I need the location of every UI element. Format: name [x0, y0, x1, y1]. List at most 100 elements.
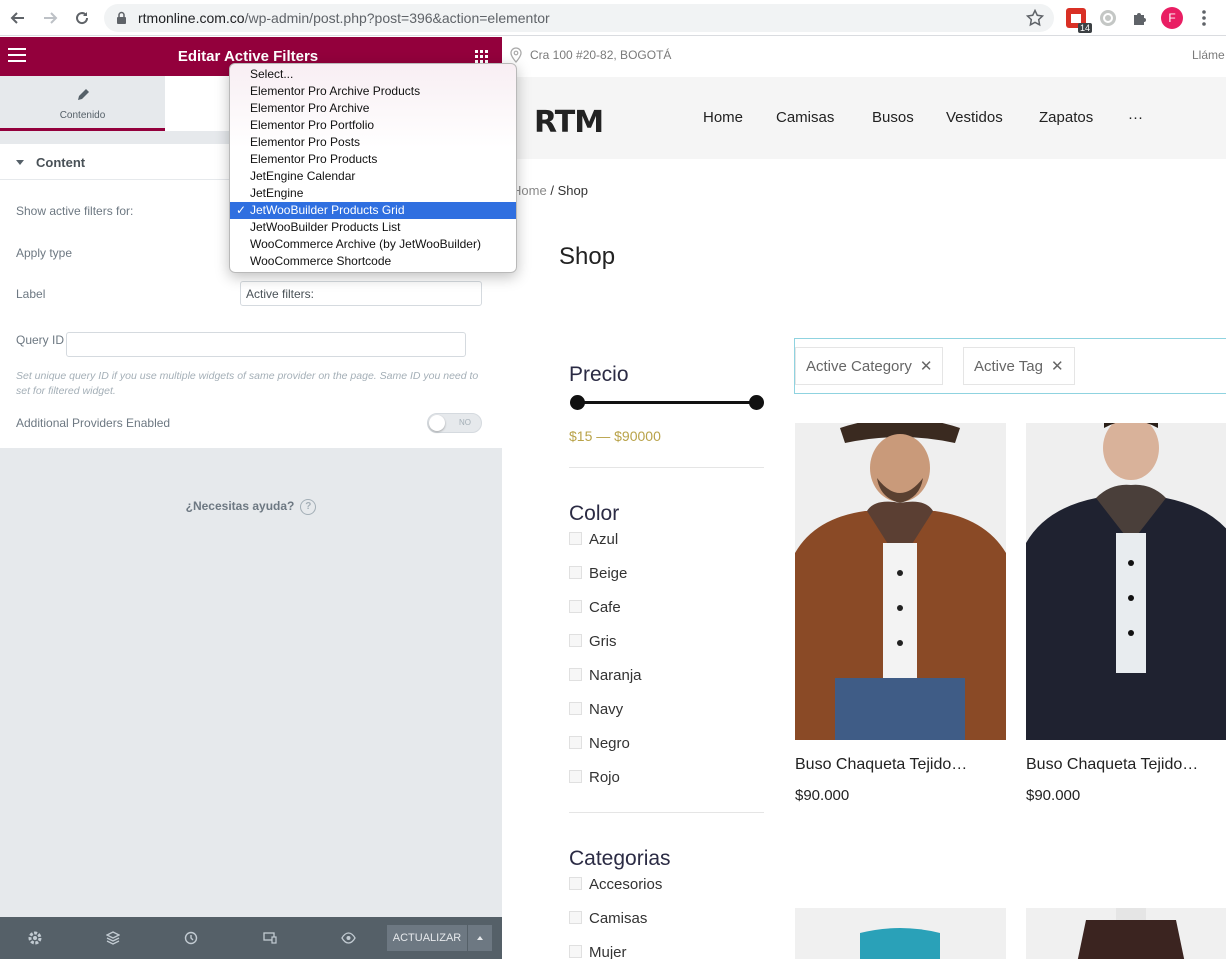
product-price: $90.000	[1026, 787, 1081, 804]
price-slider-max-handle[interactable]	[749, 395, 764, 410]
preview-eye-icon[interactable]	[340, 930, 356, 946]
tab-content[interactable]: Contenido	[0, 76, 165, 131]
price-slider-min-handle[interactable]	[570, 395, 585, 410]
dropdown-option[interactable]: Elementor Pro Archive	[230, 100, 516, 117]
active-filter-chip[interactable]: Active Tag ✕	[963, 347, 1075, 385]
dropdown-option[interactable]: JetWooBuilder Products List	[230, 219, 516, 236]
filter-checkbox-row[interactable]: Cafe	[569, 599, 621, 619]
provider-select-dropdown[interactable]: Select... Elementor Pro Archive Products E…	[229, 63, 517, 273]
product-price: $90.000	[795, 787, 850, 804]
filter-checkbox-row[interactable]: Negro	[569, 735, 630, 755]
checkbox[interactable]	[569, 736, 582, 749]
help-link[interactable]: ¿Necesitas ayuda??	[0, 499, 502, 515]
checkbox[interactable]	[569, 877, 582, 890]
product-image[interactable]	[795, 908, 1006, 959]
nav-busos[interactable]: Busos	[872, 109, 914, 126]
dropdown-option-label: JetWooBuilder Products List	[250, 220, 401, 234]
label-input[interactable]: Active filters:	[240, 281, 482, 306]
extension-badge: 14	[1077, 23, 1092, 33]
filter-checkbox-row[interactable]: Azul	[569, 531, 618, 551]
dropdown-option-label: WooCommerce Shortcode	[250, 254, 392, 268]
checkbox-label: Naranja	[589, 667, 642, 684]
calendar-extension-icon[interactable]: 14	[1066, 8, 1092, 33]
more-menu-icon[interactable]	[1196, 8, 1212, 28]
product-image[interactable]	[795, 423, 1006, 740]
nav-vestidos[interactable]: Vestidos	[946, 109, 1003, 126]
dropdown-option[interactable]: Elementor Pro Products	[230, 151, 516, 168]
query-id-input[interactable]	[66, 332, 466, 357]
checkbox[interactable]	[569, 945, 582, 958]
checkbox[interactable]	[569, 770, 582, 783]
dropdown-option[interactable]: Elementor Pro Portfolio	[230, 117, 516, 134]
product-image[interactable]	[1026, 423, 1226, 740]
dropdown-option[interactable]: Elementor Pro Posts	[230, 134, 516, 151]
dropdown-option-label: Elementor Pro Products	[250, 152, 378, 166]
price-filter-title: Precio	[569, 363, 629, 386]
product-name[interactable]: Buso Chaqueta Tejido…	[1026, 756, 1226, 774]
page-title: Shop	[559, 243, 616, 270]
filter-checkbox-row[interactable]: Beige	[569, 565, 627, 585]
checkbox[interactable]	[569, 911, 582, 924]
chip-label: Active Tag	[974, 358, 1043, 375]
price-slider-track[interactable]	[577, 401, 757, 404]
bookmark-star-icon[interactable]	[1025, 8, 1045, 32]
widgets-grid-icon[interactable]	[475, 50, 488, 63]
settings-gear-icon[interactable]	[27, 930, 43, 946]
site-logo[interactable]: RTM	[534, 105, 604, 140]
product-name[interactable]: Buso Chaqueta Tejido…	[795, 756, 1000, 774]
active-filter-chip[interactable]: Active Category ✕	[795, 347, 944, 385]
filter-divider	[569, 812, 764, 813]
dropdown-option[interactable]: Elementor Pro Archive Products	[230, 83, 516, 100]
profile-avatar[interactable]: F	[1161, 7, 1183, 29]
dropdown-option[interactable]: WooCommerce Shortcode	[230, 253, 516, 270]
checkbox[interactable]	[569, 702, 582, 715]
dropdown-option[interactable]: ✓ JetWooBuilder Products Grid	[230, 202, 516, 219]
nav-zapatos[interactable]: Zapatos	[1039, 109, 1093, 126]
filter-checkbox-row[interactable]: Mujer	[569, 944, 627, 959]
back-arrow-icon[interactable]	[6, 6, 30, 30]
checkbox[interactable]	[569, 668, 582, 681]
extensions-puzzle-icon[interactable]	[1130, 8, 1150, 28]
filter-checkbox-row[interactable]: Rojo	[569, 769, 620, 789]
responsive-mode-icon[interactable]	[262, 930, 278, 946]
address-bar[interactable]: rtmonline.com.co/wp-admin/post.php?post=…	[104, 4, 1054, 32]
product-image[interactable]	[1026, 908, 1226, 959]
dropdown-option[interactable]: JetEngine	[230, 185, 516, 202]
filter-checkbox-row[interactable]: Navy	[569, 701, 623, 721]
update-options-button[interactable]	[468, 925, 492, 951]
dropdown-option[interactable]: Select...	[230, 66, 516, 83]
dropdown-option-label: Elementor Pro Posts	[250, 135, 361, 149]
panel-footer: ACTUALIZAR	[0, 917, 502, 959]
reload-icon[interactable]	[70, 6, 94, 30]
dropdown-option[interactable]: JetEngine Calendar	[230, 168, 516, 185]
filter-checkbox-row[interactable]: Naranja	[569, 667, 642, 687]
remove-x-icon[interactable]: ✕	[920, 358, 933, 375]
call-text[interactable]: Lláme	[1192, 48, 1225, 62]
nav-camisas[interactable]: Camisas	[776, 109, 834, 126]
checkbox[interactable]	[569, 600, 582, 613]
remove-x-icon[interactable]: ✕	[1051, 358, 1064, 375]
additional-providers-toggle[interactable]: NO	[427, 413, 482, 433]
caret-down-icon	[16, 160, 24, 165]
update-button[interactable]: ACTUALIZAR	[387, 925, 467, 951]
checkbox[interactable]	[569, 566, 582, 579]
checkbox[interactable]	[569, 634, 582, 647]
section-title: Content	[36, 155, 86, 170]
forward-arrow-icon[interactable]	[38, 6, 62, 30]
filter-checkbox-row[interactable]: Accesorios	[569, 876, 662, 896]
dropdown-option[interactable]: WooCommerce Archive (by JetWooBuilder)	[230, 236, 516, 253]
dropdown-option-label: JetWooBuilder Products Grid	[250, 203, 405, 217]
navigator-layers-icon[interactable]	[105, 930, 121, 946]
price-range-text: $15 — $90000	[569, 428, 661, 444]
checkbox[interactable]	[569, 532, 582, 545]
url-text: rtmonline.com.co/wp-admin/post.php?post=…	[138, 10, 550, 26]
breadcrumb-home[interactable]: Home	[512, 183, 547, 198]
filter-checkbox-row[interactable]: Gris	[569, 633, 617, 653]
grammarly-extension-icon[interactable]	[1098, 8, 1118, 28]
filter-checkbox-row[interactable]: Camisas	[569, 910, 647, 930]
help-text: ¿Necesitas ayuda?	[185, 499, 295, 514]
checkbox-label: Navy	[589, 701, 624, 718]
nav-home[interactable]: Home	[703, 109, 743, 126]
history-icon[interactable]	[183, 930, 199, 946]
nav-more[interactable]: ···	[1128, 109, 1143, 126]
